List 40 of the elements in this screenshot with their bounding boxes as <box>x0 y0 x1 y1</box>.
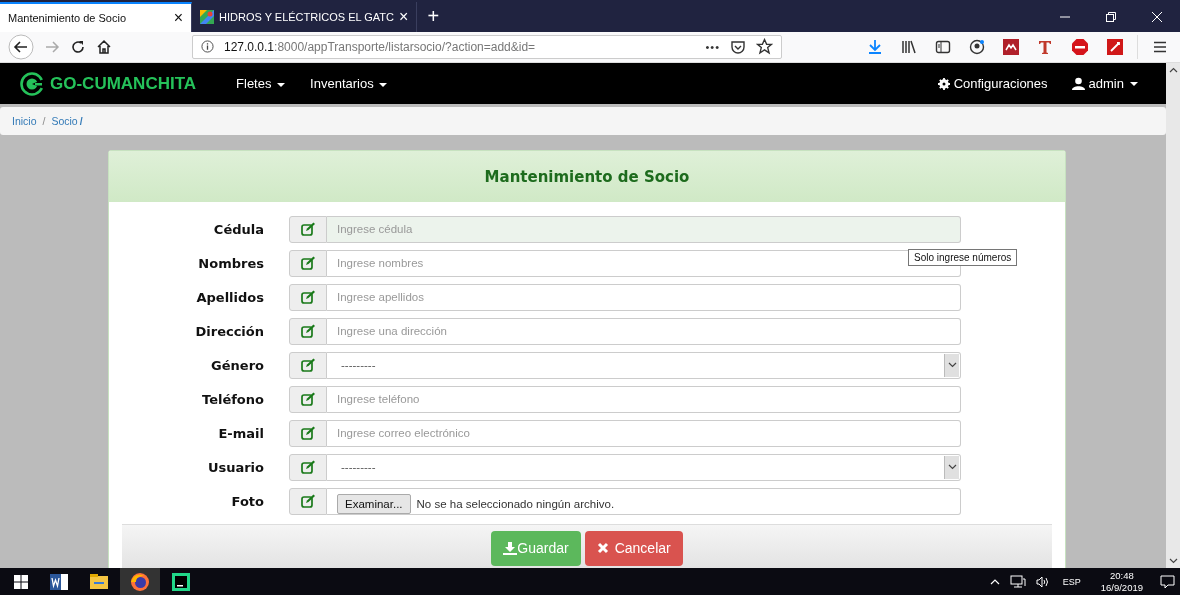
more-actions-button[interactable]: ••• <box>705 40 720 53</box>
field-label: Nombres <box>197 255 264 271</box>
select-field[interactable]: --------- <box>327 453 961 481</box>
panel-title: Mantenimiento de Socio <box>484 167 690 186</box>
browse-button[interactable]: Examinar... <box>337 493 411 514</box>
input-field[interactable]: Ingrese cédula <box>327 215 961 243</box>
field-label: Teléfono <box>201 391 264 407</box>
breadcrumb-separator: / <box>42 115 46 127</box>
input-field[interactable]: Ingrese apellidos <box>327 283 961 311</box>
breadcrumb-link[interactable]: Inicio <box>12 115 37 127</box>
input-field[interactable]: Ingrese correo electrónico <box>327 419 961 447</box>
field-label: Género <box>210 357 264 373</box>
nav-menu[interactable]: Fletes <box>236 76 286 91</box>
browser-tab[interactable]: Mantenimiento de Socio × <box>0 2 192 32</box>
file-field[interactable]: Examinar... No se ha seleccionado ningún archivo. <box>327 487 961 515</box>
clock[interactable]: 20:48 16/9/2019 <box>1100 570 1143 593</box>
breadcrumb-link[interactable]: Socio <box>51 115 78 127</box>
cancel-button[interactable]: Cancelar <box>584 530 683 566</box>
field-label: Dirección <box>194 323 264 339</box>
browser-tab[interactable]: HIDROS Y ELÉCTRICOS EL GATC × <box>192 2 418 32</box>
select-field[interactable]: --------- <box>327 351 961 379</box>
brand-name[interactable]: GO-CUMANCHITA <box>50 73 197 94</box>
field-label: Usuario <box>206 459 264 475</box>
language-indicator[interactable]: ESP <box>1062 576 1081 587</box>
breadcrumb-separator: / <box>79 115 83 127</box>
settings-link[interactable]: Configuraciones <box>937 76 1048 91</box>
user-menu[interactable]: admin <box>1071 76 1138 91</box>
address-bar[interactable]: 127.0.0.1:8000/appTransporte/listarsocio/?action=add&id= ••• <box>192 34 782 59</box>
file-status: No se ha seleccionado ningún archivo. <box>416 497 615 512</box>
field-label: Foto <box>230 493 264 509</box>
nav-menu[interactable]: Inventarios <box>310 76 388 91</box>
field-label: E-mail <box>217 425 264 441</box>
input-field[interactable]: Ingrese una dirección <box>327 317 961 345</box>
close-icon[interactable]: × <box>399 8 409 25</box>
tooltip: Solo ingrese números <box>908 249 1018 266</box>
field-label: Apellidos <box>195 289 264 305</box>
close-icon[interactable]: × <box>173 9 183 26</box>
new-tab-button[interactable]: + <box>417 5 450 29</box>
field-label: Cédula <box>212 221 264 237</box>
input-field[interactable]: Ingrese teléfono <box>327 385 961 413</box>
